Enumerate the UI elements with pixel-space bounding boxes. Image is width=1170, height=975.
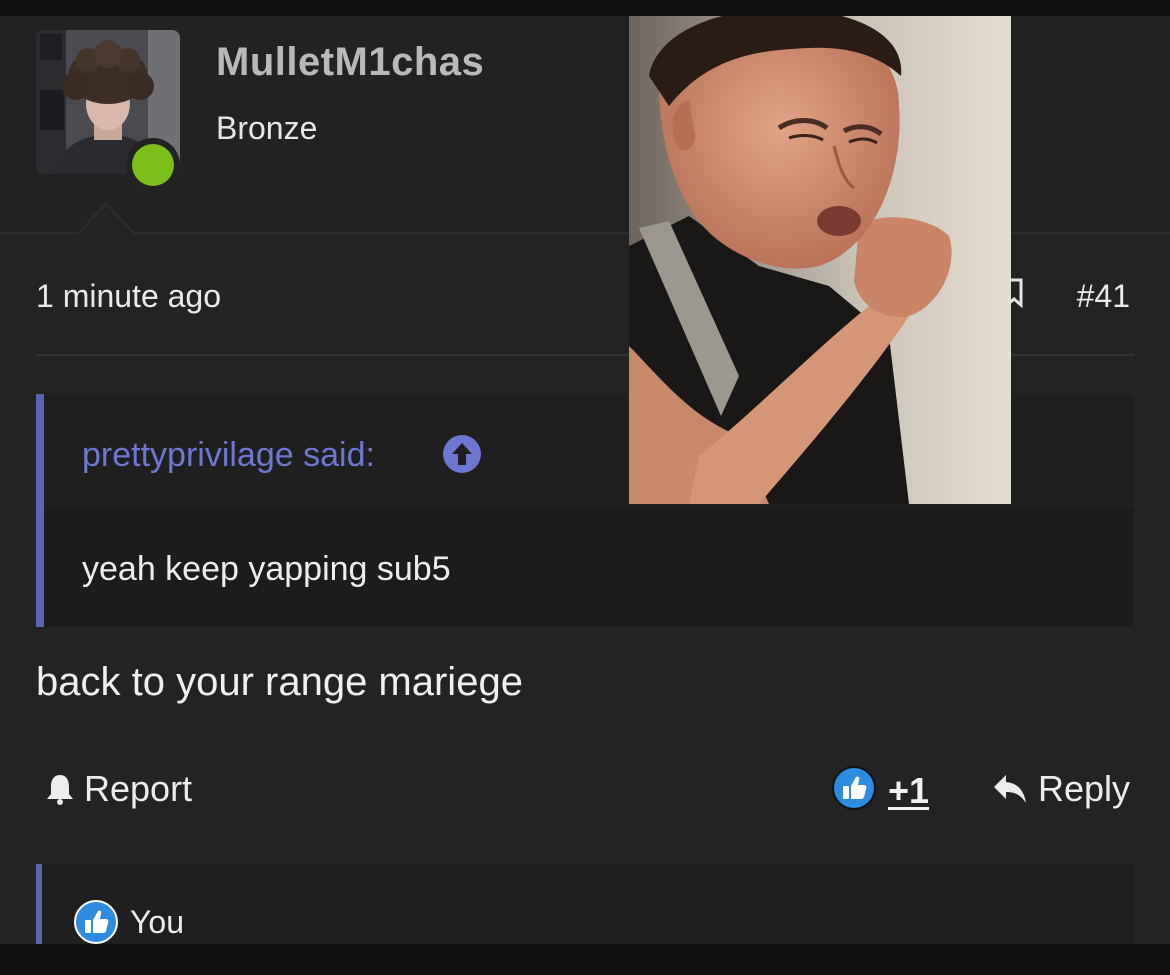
user-rank: Bronze — [216, 110, 318, 146]
bottom-bar — [0, 944, 1170, 975]
like-icon — [74, 900, 118, 944]
bell-icon — [47, 775, 73, 805]
like-count[interactable]: +1 — [888, 770, 929, 812]
top-bar — [0, 0, 1170, 16]
quote-text: yeah keep yapping sub5 — [82, 550, 451, 588]
online-status-indicator — [126, 138, 180, 192]
likes-user-link[interactable]: You — [130, 904, 184, 941]
header-pointer — [76, 202, 136, 235]
likes-summary: You — [36, 864, 1134, 944]
report-button[interactable]: Report — [42, 768, 192, 810]
reply-arrow-icon — [993, 775, 1026, 803]
post-number[interactable]: #41 — [1077, 278, 1130, 315]
username[interactable]: MulletM1chas — [216, 40, 484, 85]
post-body: back to your range mariege — [36, 660, 523, 704]
report-label: Report — [84, 768, 193, 809]
reply-label: Reply — [1037, 768, 1130, 809]
overlay-meme-image — [629, 16, 1011, 504]
like-icon[interactable] — [832, 766, 876, 810]
quote-author-link[interactable]: prettyprivilage said: — [82, 436, 375, 475]
post-timestamp[interactable]: 1 minute ago — [36, 278, 221, 315]
reply-button[interactable]: Reply — [992, 768, 1130, 810]
arrow-up-circle-icon[interactable] — [442, 434, 482, 474]
